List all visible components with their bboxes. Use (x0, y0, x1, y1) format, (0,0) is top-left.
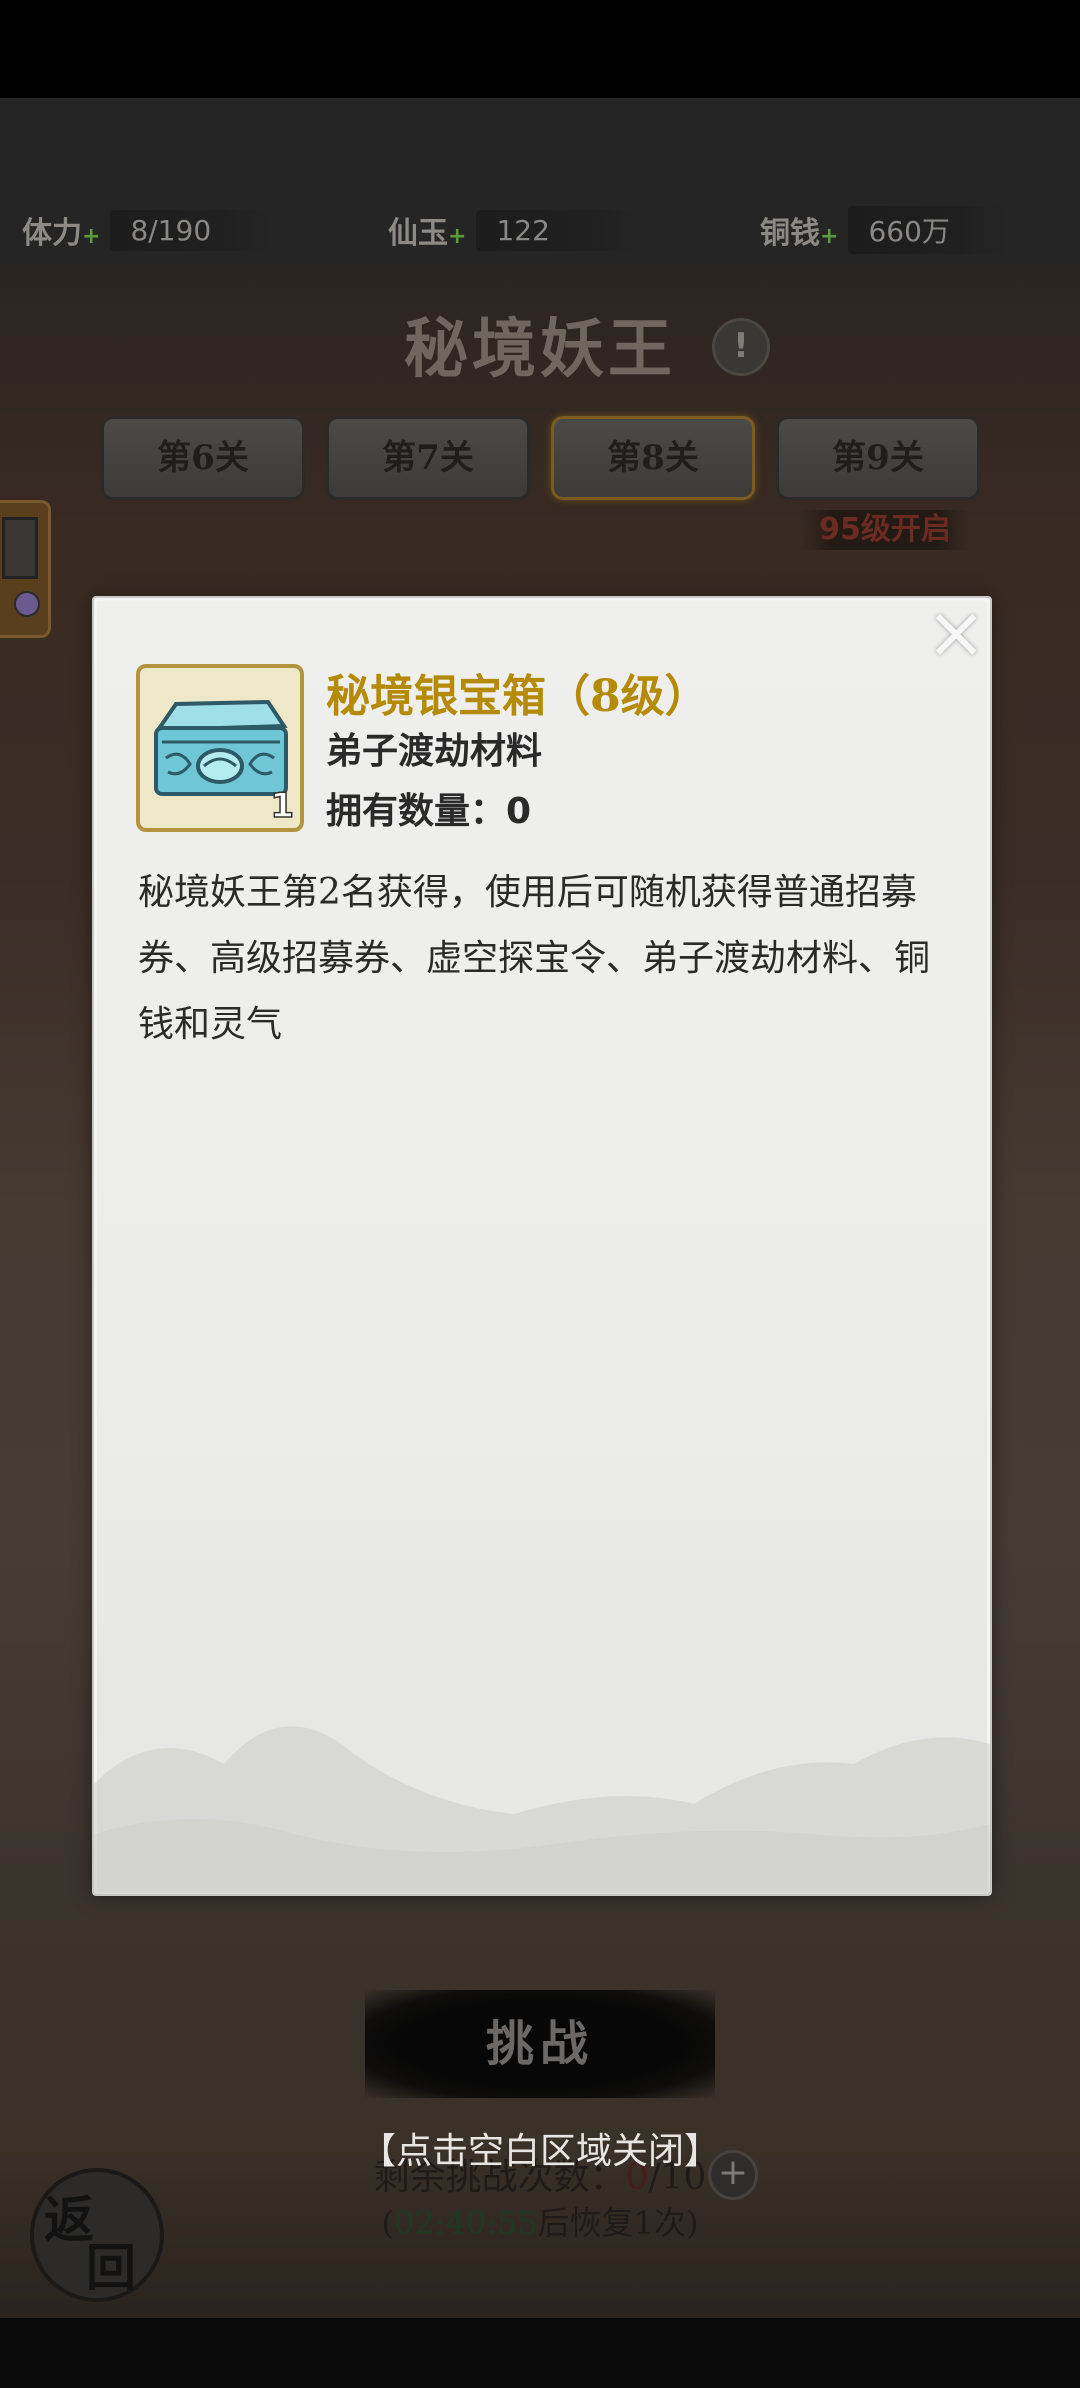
jade-resource[interactable]: 仙玉 + 122 (388, 208, 637, 252)
item-detail-modal: × 1 秘境银宝箱（8级） 弟子渡劫材料 拥有数量：0 秘境妖王第2名获得，使用… (92, 596, 992, 1896)
plus-icon[interactable]: + (820, 224, 838, 249)
recover-open: ( (381, 2204, 394, 2242)
copper-value: 660万 (848, 206, 1009, 254)
back-char-2: 回 (86, 2238, 136, 2297)
info-icon[interactable]: ! (712, 318, 770, 376)
recover-time: 02:40:55 (393, 2204, 538, 2242)
tab-stage-8[interactable]: 第8关 (551, 416, 755, 500)
item-description: 秘境妖王第2名获得，使用后可随机获得普通招募券、高级招募券、虚空探宝令、弟子渡劫… (138, 872, 931, 1045)
back-button[interactable]: 返 回 (30, 2168, 164, 2302)
copper-resource[interactable]: 铜钱 + 660万 (760, 206, 1009, 254)
item-owned-count: 拥有数量：0 (326, 791, 532, 832)
jade-label: 仙玉 (388, 216, 448, 251)
device-screen-icon (2, 517, 38, 579)
item-icon-quantity: 1 (270, 785, 295, 827)
copper-label: 铜钱 (760, 216, 820, 251)
side-device-widget[interactable] (0, 500, 51, 638)
close-hint[interactable]: 【点击空白区域关闭】 (0, 2122, 1080, 2174)
item-icon-frame: 1 (136, 664, 304, 832)
tab-stage-9[interactable]: 第9关 (776, 416, 980, 500)
navigation-bar (0, 2318, 1080, 2388)
event-title: 秘境妖王 (404, 312, 676, 387)
stamina-resource[interactable]: 体力 + 8/190 (22, 208, 271, 252)
plus-icon[interactable]: + (448, 224, 466, 249)
jade-value: 122 (476, 209, 637, 251)
status-bar (0, 0, 1080, 98)
stamina-label: 体力 (22, 216, 82, 251)
tab-stage-7[interactable]: 第7关 (326, 416, 530, 500)
item-type: 弟子渡劫材料 (326, 731, 543, 772)
plus-icon[interactable]: + (82, 224, 100, 249)
item-name: 秘境银宝箱（8级） (326, 671, 709, 722)
close-icon[interactable]: × (926, 596, 986, 668)
stamina-value: 8/190 (110, 209, 271, 251)
challenge-button[interactable]: 挑战 (365, 1990, 715, 2098)
tab-stage-6[interactable]: 第6关 (101, 416, 305, 500)
ink-mountains-decoration (94, 1726, 990, 1894)
level-lock-note: 95级开启 (800, 510, 970, 550)
recover-text: 后恢复1次) (537, 2204, 699, 2242)
device-knob-icon (14, 591, 40, 617)
